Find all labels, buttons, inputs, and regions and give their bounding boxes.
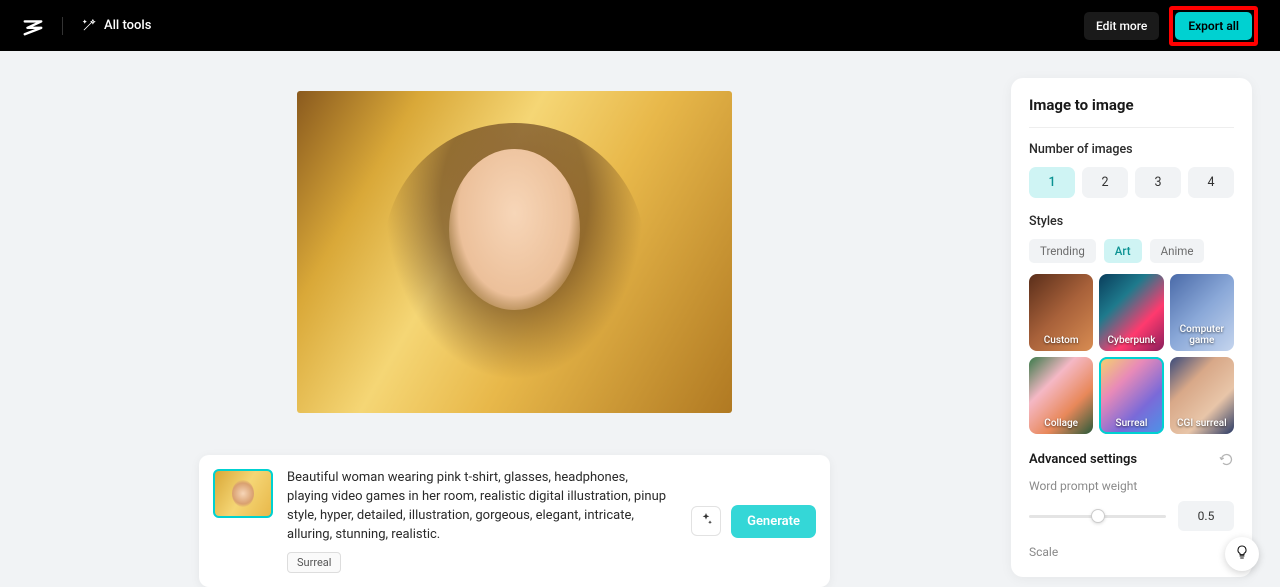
- style-grid: Custom Cyberpunk Computer game Collage S…: [1029, 274, 1234, 434]
- app-header: All tools Edit more Export all: [0, 0, 1280, 51]
- style-tabs: Trending Art Anime: [1029, 239, 1234, 263]
- help-button[interactable]: [1225, 537, 1259, 571]
- export-highlight: Export all: [1169, 6, 1258, 46]
- lightbulb-icon: [1234, 544, 1250, 564]
- main-area: Beautiful woman wearing pink t-shirt, gl…: [0, 51, 1280, 581]
- all-tools-label: All tools: [104, 18, 151, 33]
- word-prompt-weight-label: Word prompt weight: [1029, 479, 1234, 493]
- scale-label: Scale: [1029, 545, 1234, 559]
- logo-icon[interactable]: [22, 15, 44, 37]
- prompt-body: Beautiful woman wearing pink t-shirt, gl…: [287, 469, 671, 573]
- style-label: CGI surreal: [1177, 418, 1227, 429]
- export-all-button[interactable]: Export all: [1175, 12, 1252, 40]
- style-cgi-surreal[interactable]: CGI surreal: [1170, 357, 1234, 434]
- all-tools-button[interactable]: All tools: [81, 18, 151, 33]
- edit-more-button[interactable]: Edit more: [1084, 12, 1159, 40]
- enhance-prompt-button[interactable]: [691, 506, 721, 536]
- style-collage[interactable]: Collage: [1029, 357, 1093, 434]
- style-label: Computer game: [1170, 324, 1234, 346]
- number-option-2[interactable]: 2: [1082, 167, 1128, 198]
- number-option-4[interactable]: 4: [1188, 167, 1234, 198]
- tab-anime[interactable]: Anime: [1150, 239, 1205, 263]
- word-prompt-weight-value[interactable]: 0.5: [1178, 501, 1234, 531]
- generated-image[interactable]: [297, 91, 732, 413]
- settings-panel: Image to image Number of images 1 2 3 4 …: [1011, 78, 1252, 577]
- header-right: Edit more Export all: [1084, 6, 1258, 46]
- style-label: Collage: [1044, 418, 1078, 429]
- number-of-images-label: Number of images: [1029, 142, 1234, 157]
- advanced-settings-row: Advanced settings: [1029, 452, 1234, 467]
- prompt-style-tag[interactable]: Surreal: [287, 552, 341, 573]
- style-label: Custom: [1044, 335, 1079, 346]
- canvas-area: Beautiful woman wearing pink t-shirt, gl…: [0, 51, 1011, 581]
- generate-button[interactable]: Generate: [731, 505, 816, 538]
- prompt-text[interactable]: Beautiful woman wearing pink t-shirt, gl…: [287, 469, 671, 544]
- word-prompt-weight-slider-row: 0.5: [1029, 501, 1234, 531]
- slider-handle[interactable]: [1091, 509, 1105, 523]
- header-left: All tools: [22, 15, 151, 37]
- sparkle-icon: [698, 511, 714, 531]
- style-computer-game[interactable]: Computer game: [1170, 274, 1234, 351]
- header-divider: [62, 17, 63, 35]
- number-options: 1 2 3 4: [1029, 167, 1234, 198]
- style-label: Cyberpunk: [1108, 335, 1156, 346]
- reset-icon[interactable]: [1219, 452, 1234, 467]
- prompt-actions: Generate: [691, 505, 816, 538]
- advanced-settings-label: Advanced settings: [1029, 452, 1137, 467]
- style-label: Surreal: [1116, 418, 1148, 429]
- number-option-3[interactable]: 3: [1135, 167, 1181, 198]
- word-prompt-weight-slider[interactable]: [1029, 515, 1166, 518]
- tab-trending[interactable]: Trending: [1029, 239, 1096, 263]
- panel-title: Image to image: [1029, 96, 1234, 128]
- prompt-card: Beautiful woman wearing pink t-shirt, gl…: [199, 455, 830, 587]
- number-option-1[interactable]: 1: [1029, 167, 1075, 198]
- magic-wand-icon: [81, 18, 96, 33]
- tab-art[interactable]: Art: [1104, 239, 1142, 263]
- styles-label: Styles: [1029, 214, 1234, 229]
- style-cyberpunk[interactable]: Cyberpunk: [1099, 274, 1163, 351]
- prompt-thumbnail[interactable]: [213, 469, 273, 518]
- style-surreal[interactable]: Surreal: [1099, 357, 1163, 434]
- style-custom[interactable]: Custom: [1029, 274, 1093, 351]
